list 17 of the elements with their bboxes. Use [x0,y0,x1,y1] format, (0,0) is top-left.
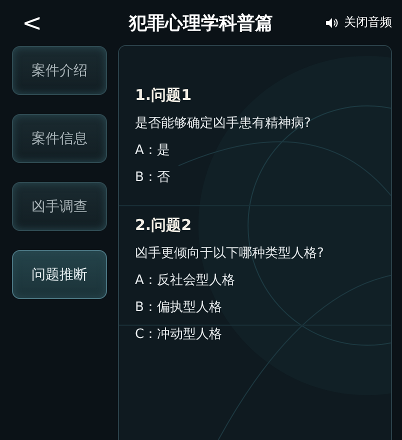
sidebar-tab[interactable]: 问题推断 [12,250,107,299]
audio-toggle[interactable]: 关闭音频 [326,14,392,31]
question-title: 1.问题1 [135,86,192,105]
sidebar-tab[interactable]: 案件介绍 [12,46,107,95]
answer-option: A：是 [135,141,170,159]
sidebar-tab[interactable]: 案件信息 [12,114,107,163]
answer-option: A：反社会型人格 [135,271,235,289]
back-button[interactable]: < [18,10,46,34]
answer-option: C：冲动型人格 [135,325,222,343]
question-text: 凶手更倾向于以下哪种类型人格? [135,245,324,262]
question-title: 2.问题2 [135,216,192,235]
page-title: 犯罪心理学科普篇 [129,12,273,34]
question-text: 是否能够确定凶手患有精神病? [135,115,311,132]
speaker-icon [326,18,338,28]
answer-option: B：偏执型人格 [135,298,222,316]
answer-option: B：否 [135,168,170,186]
sidebar-tab[interactable]: 凶手调查 [12,182,107,231]
